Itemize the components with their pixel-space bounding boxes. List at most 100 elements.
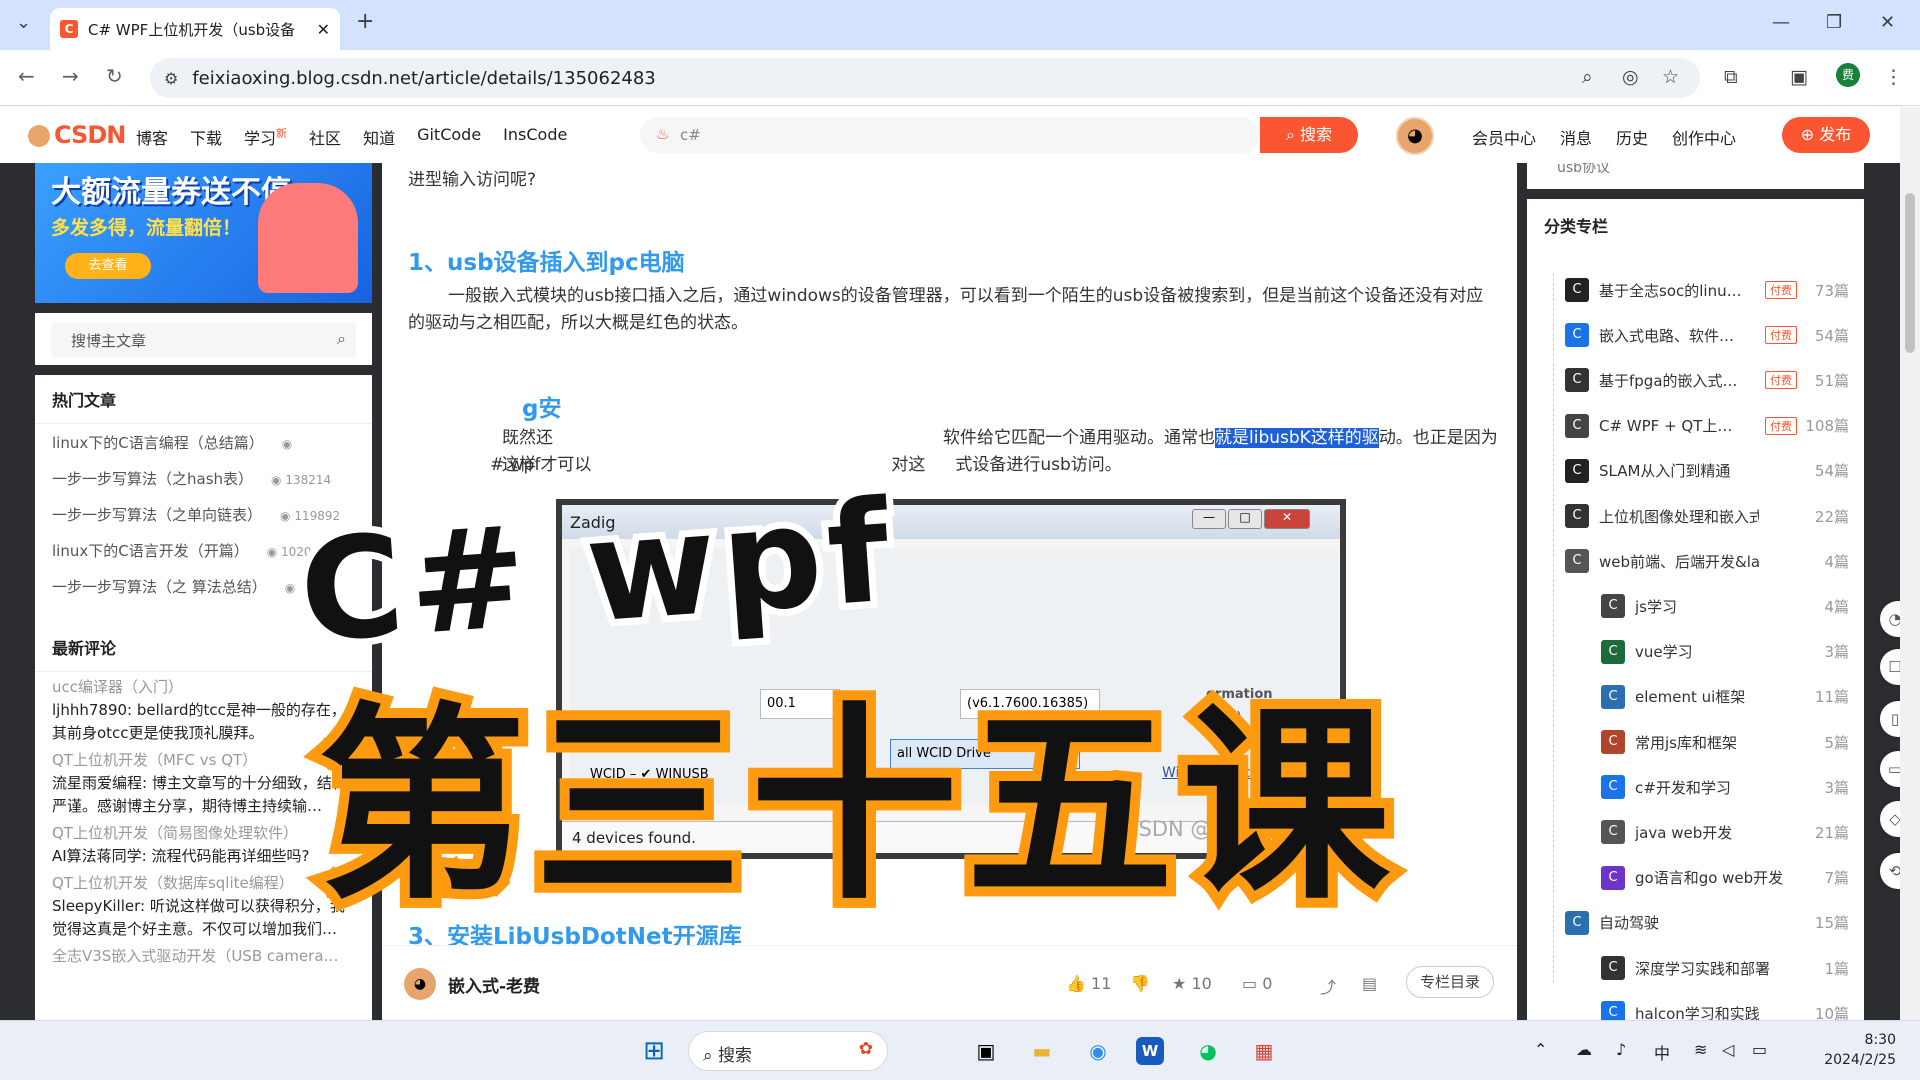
hot-article-item[interactable]: linux下的C语言编程（总结篇） ◉ <box>35 424 372 460</box>
sub-column-item[interactable]: C 深度学习实践和部署 1篇 <box>1601 948 1849 988</box>
pdf-icon[interactable]: ▤ <box>1362 974 1377 993</box>
nav-link-download[interactable]: 下载 <box>190 125 222 149</box>
windows-start-icon[interactable]: ⊞ <box>636 1033 672 1069</box>
float-tool-icon[interactable]: ◔ <box>1880 601 1900 637</box>
tab-title: C# WPF上位机开发（usb设备 <box>88 20 296 39</box>
sub-column-item[interactable]: Cjs学习 4篇 <box>1601 586 1849 626</box>
chrome-icon[interactable]: ◉ <box>1080 1033 1116 1069</box>
tray-chevron-icon[interactable]: ⌃ <box>1534 1040 1547 1059</box>
browser-tab[interactable]: C C# WPF上位机开发（usb设备 ✕ <box>50 8 340 50</box>
system-clock[interactable]: 8:30 2024/2/25 <box>1796 1030 1896 1070</box>
column-directory-button[interactable]: 专栏目录 <box>1406 966 1494 998</box>
column-name: SLAM从入门到精通 <box>1599 462 1731 481</box>
window-close-icon[interactable]: ✕ <box>1880 12 1895 33</box>
column-item[interactable]: C 基于fpga的嵌入式… 付费 51篇 <box>1565 360 1849 400</box>
sub-column-item[interactable]: Cgo语言和go web开发 7篇 <box>1601 858 1849 898</box>
link-creator-center[interactable]: 创作中心 <box>1672 125 1736 149</box>
extensions-icon[interactable]: ⧉ <box>1724 66 1738 88</box>
new-tab-button[interactable]: + <box>356 9 374 34</box>
column-item[interactable]: C C# WPF + QT上… 付费 108篇 <box>1565 406 1849 446</box>
nav-link-inscode[interactable]: InsCode <box>503 125 567 149</box>
like-button[interactable]: 👍 11 <box>1066 974 1111 993</box>
dislike-button[interactable]: 👎 <box>1130 974 1150 993</box>
nav-link-learn[interactable]: 学习新 <box>244 125 287 149</box>
reload-icon[interactable]: ↻ <box>106 64 123 88</box>
nav-link-blog[interactable]: 博客 <box>136 125 168 149</box>
site-search-button[interactable]: ⌕ 搜索 <box>1260 117 1358 153</box>
page-scrollbar[interactable] <box>1900 107 1920 1020</box>
banner-cta-button[interactable]: 去查看 <box>65 253 151 279</box>
forward-arrow-icon[interactable]: → <box>62 64 79 88</box>
paragraph-text: # wpf才可以 对这 式设备进行usb访问。 <box>490 455 1122 475</box>
column-item[interactable]: C 自动驾驶 15篇 <box>1565 903 1849 943</box>
ime-indicator[interactable]: 中 <box>1654 1040 1670 1064</box>
profile-avatar[interactable]: 费 <box>1836 63 1860 87</box>
file-explorer-icon[interactable]: ▬ <box>1024 1033 1060 1069</box>
bookmark-star-icon[interactable]: ☆ <box>1662 66 1679 88</box>
wechat-icon[interactable]: ◕ <box>1190 1033 1226 1069</box>
float-tool-icon[interactable]: ⟲ <box>1880 853 1900 889</box>
favorite-button[interactable]: ★ 10 <box>1172 974 1212 993</box>
author-avatar[interactable]: ◕ <box>404 968 436 1000</box>
eye-off-icon[interactable]: ◎ <box>1622 66 1639 88</box>
promo-banner[interactable]: 大额流量券送不停 多发多得，流量翻倍！ 去查看 <box>35 163 372 303</box>
scrollbar-thumb[interactable] <box>1905 193 1915 353</box>
share-icon[interactable]: ⤴ <box>1320 974 1336 998</box>
task-view-icon[interactable]: ▣ <box>968 1033 1004 1069</box>
tab-list-chevron-icon[interactable]: ⌄ <box>16 12 31 33</box>
column-name: 基于全志soc的linu… <box>1599 281 1742 300</box>
float-tool-icon[interactable]: ☐ <box>1880 649 1900 685</box>
app-icon[interactable]: ▦ <box>1246 1033 1282 1069</box>
hot-article-item[interactable]: 一步一步写算法（之hash表） ◉ 138214 <box>35 460 372 496</box>
taskbar-search[interactable]: ⌕ 搜索 ✿ <box>688 1031 888 1071</box>
overlay-title-line2: 第三十五课 <box>308 686 1400 928</box>
wifi-icon[interactable]: ≋ <box>1694 1040 1707 1059</box>
column-name: 上位机图像处理和嵌入式… <box>1599 507 1759 526</box>
sub-column-item[interactable]: C 常用js库和框架 5篇 <box>1601 722 1849 762</box>
address-bar[interactable]: ⚙ feixiaoxing.blog.csdn.net/article/deta… <box>150 58 1700 98</box>
sub-column-item[interactable]: Celement ui框架 11篇 <box>1601 677 1849 717</box>
zoom-icon[interactable]: ⌕ <box>1582 66 1593 88</box>
column-item[interactable]: C 嵌入式电路、软件… 付费 54篇 <box>1565 315 1849 355</box>
word-icon[interactable]: W <box>1136 1037 1164 1065</box>
column-thumbnail-icon: C <box>1565 368 1589 393</box>
back-arrow-icon[interactable]: ← <box>18 64 35 88</box>
nav-link-zhidao[interactable]: 知道 <box>363 125 395 149</box>
restore-icon[interactable]: ❐ <box>1826 12 1842 33</box>
sub-column-item[interactable]: Chalcon学习和实践 10篇 <box>1601 993 1849 1020</box>
column-item[interactable]: C 基于全志soc的linu… 付费 73篇 <box>1565 270 1849 310</box>
site-settings-icon[interactable]: ⚙ <box>164 69 178 88</box>
nav-link-community[interactable]: 社区 <box>309 125 341 149</box>
float-tool-icon[interactable]: ▭ <box>1880 751 1900 787</box>
side-panel-icon[interactable]: ▣ <box>1790 66 1808 88</box>
column-item[interactable]: C 上位机图像处理和嵌入式… 22篇 <box>1565 496 1849 536</box>
link-messages[interactable]: 消息 <box>1560 125 1592 149</box>
microphone-icon[interactable]: ♪ <box>1616 1040 1626 1059</box>
float-tool-icon[interactable]: ▯ <box>1880 701 1900 737</box>
author-name[interactable]: 嵌入式-老费 <box>448 972 540 997</box>
volume-icon[interactable]: ◁ <box>1722 1040 1734 1059</box>
battery-icon[interactable]: ▭ <box>1752 1040 1767 1059</box>
sub-column-item[interactable]: Cvue学习 3篇 <box>1601 632 1849 672</box>
publish-button[interactable]: ⊕ 发布 <box>1782 117 1870 153</box>
search-icon[interactable]: ⌕ <box>337 329 346 349</box>
comment-item[interactable]: 全志V3S嵌入式驱动开发（USB camera… <box>35 941 372 966</box>
comment-button[interactable]: ▭ 0 <box>1242 974 1272 993</box>
tree-guide <box>1553 273 1554 983</box>
float-tool-icon[interactable]: ◇ <box>1880 801 1900 837</box>
user-avatar[interactable]: ◕ <box>1396 117 1434 155</box>
column-item[interactable]: Cweb前端、后端开发&layui… 4篇 <box>1565 541 1849 581</box>
csdn-logo[interactable]: CSDN <box>28 121 126 149</box>
link-vip-center[interactable]: 会员中心 <box>1472 125 1536 149</box>
minimize-icon[interactable]: — <box>1772 12 1790 33</box>
tab-close-icon[interactable]: ✕ <box>317 20 330 39</box>
nav-link-gitcode[interactable]: GitCode <box>417 125 481 149</box>
onedrive-icon[interactable]: ☁ <box>1576 1040 1592 1059</box>
sub-column-item[interactable]: Cjava web开发 21篇 <box>1601 812 1849 852</box>
link-history[interactable]: 历史 <box>1616 125 1648 149</box>
menu-kebab-icon[interactable]: ⋮ <box>1884 66 1903 88</box>
site-search-input[interactable]: ♨ c# <box>640 117 1260 153</box>
sub-column-item[interactable]: Cc#开发和学习 3篇 <box>1601 767 1849 807</box>
column-item[interactable]: C SLAM从入门到精通 54篇 <box>1565 451 1849 491</box>
blog-search-input[interactable]: 搜博主文章 ⌕ <box>51 323 356 357</box>
